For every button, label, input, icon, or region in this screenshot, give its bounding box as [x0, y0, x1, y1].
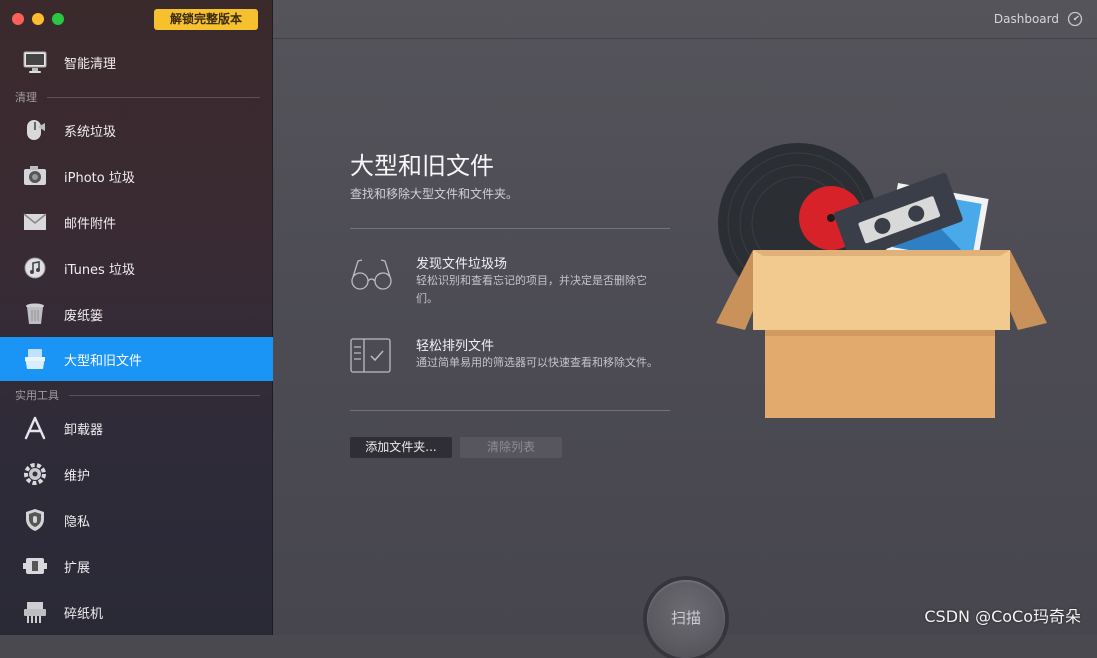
gear-icon [21, 460, 49, 488]
clear-list-button[interactable]: 清除列表 [460, 437, 562, 458]
scan-button[interactable]: 扫描 [647, 580, 725, 658]
monitor-icon [21, 48, 49, 76]
shredder-icon [21, 598, 49, 626]
checklist-icon [350, 337, 394, 381]
sidebar-item-label: 智能清理 [64, 56, 117, 72]
sidebar-item-maintenance[interactable]: 维护 [0, 452, 273, 496]
glasses-icon [350, 255, 394, 295]
toolbar: Dashboard [273, 0, 1097, 39]
sidebar: 解锁完整版本 智能清理 清理 系统垃圾 iPhoto 垃圾 邮件附件 iTune… [0, 0, 273, 635]
section-header-tools: 实用工具 [15, 387, 260, 403]
uninstaller-icon [21, 414, 49, 442]
sidebar-item-trash[interactable]: 废纸篓 [0, 292, 273, 336]
sidebar-item-label: 扩展 [64, 560, 91, 576]
music-icon [21, 254, 49, 282]
divider [350, 228, 670, 229]
privacy-shield-icon [21, 506, 49, 534]
dashboard-label: Dashboard [993, 12, 1059, 26]
divider [350, 410, 670, 411]
section-header-clean: 清理 [15, 89, 260, 105]
camera-icon [21, 162, 49, 190]
window-controls [12, 13, 64, 25]
sidebar-item-uninstaller[interactable]: 卸载器 [0, 406, 273, 450]
minimize-window-button[interactable] [32, 13, 44, 25]
close-window-button[interactable] [12, 13, 24, 25]
sidebar-item-smart-cleanup[interactable]: 智能清理 [0, 40, 273, 84]
sidebar-item-privacy[interactable]: 隐私 [0, 498, 273, 542]
sidebar-item-label: 维护 [64, 468, 91, 484]
sidebar-item-label: 邮件附件 [64, 216, 117, 232]
sidebar-item-label: iPhoto 垃圾 [64, 170, 135, 186]
box-icon [21, 345, 49, 373]
feature-title: 发现文件垃圾场 [416, 257, 508, 272]
extension-icon [21, 552, 49, 580]
sidebar-item-label: 大型和旧文件 [64, 353, 143, 369]
add-folder-button[interactable]: 添加文件夹... [350, 437, 452, 458]
main-panel: Dashboard 大型和旧文件 查找和移除大型文件和文件夹。 发现文件垃圾场 … [273, 0, 1097, 658]
sidebar-item-shredder[interactable]: 碎纸机 [0, 590, 273, 634]
sidebar-item-extensions[interactable]: 扩展 [0, 544, 273, 588]
feature-title: 轻松排列文件 [416, 339, 495, 354]
sidebar-item-label: 卸载器 [64, 422, 104, 438]
sidebar-item-label: 隐私 [64, 514, 91, 530]
section-label: 清理 [15, 91, 37, 104]
sidebar-item-label: iTunes 垃圾 [64, 262, 135, 278]
sidebar-item-iphoto-junk[interactable]: iPhoto 垃圾 [0, 154, 273, 198]
sidebar-item-label: 系统垃圾 [64, 124, 117, 140]
sidebar-item-itunes-junk[interactable]: iTunes 垃圾 [0, 246, 273, 290]
dashboard-button[interactable]: Dashboard [994, 11, 1083, 27]
large-files-box-illustration [716, 143, 1047, 418]
sidebar-item-system-junk[interactable]: 系统垃圾 [0, 108, 273, 152]
sidebar-item-label: 碎纸机 [64, 606, 104, 622]
page-title: 大型和旧文件 [350, 152, 494, 180]
sidebar-item-large-old-files[interactable]: 大型和旧文件 [0, 337, 273, 381]
watermark: CSDN @CoCo玛奇朵 [924, 607, 1081, 626]
mail-icon [21, 208, 49, 236]
page-subtitle: 查找和移除大型文件和文件夹。 [350, 187, 519, 201]
zoom-window-button[interactable] [52, 13, 64, 25]
gauge-icon [1067, 11, 1083, 27]
feature-description: 轻松识别和查看忘记的项目，并决定是否删除它们。 [416, 274, 647, 305]
sidebar-item-label: 废纸篓 [64, 308, 104, 324]
trash-icon [21, 300, 49, 328]
unlock-full-version-button[interactable]: 解锁完整版本 [154, 9, 258, 30]
feature-description: 通过简单易用的筛选器可以快速查看和移除文件。 [416, 356, 658, 369]
sidebar-item-mail-attachments[interactable]: 邮件附件 [0, 200, 273, 244]
section-label: 实用工具 [15, 389, 59, 402]
system-junk-icon [21, 116, 49, 144]
